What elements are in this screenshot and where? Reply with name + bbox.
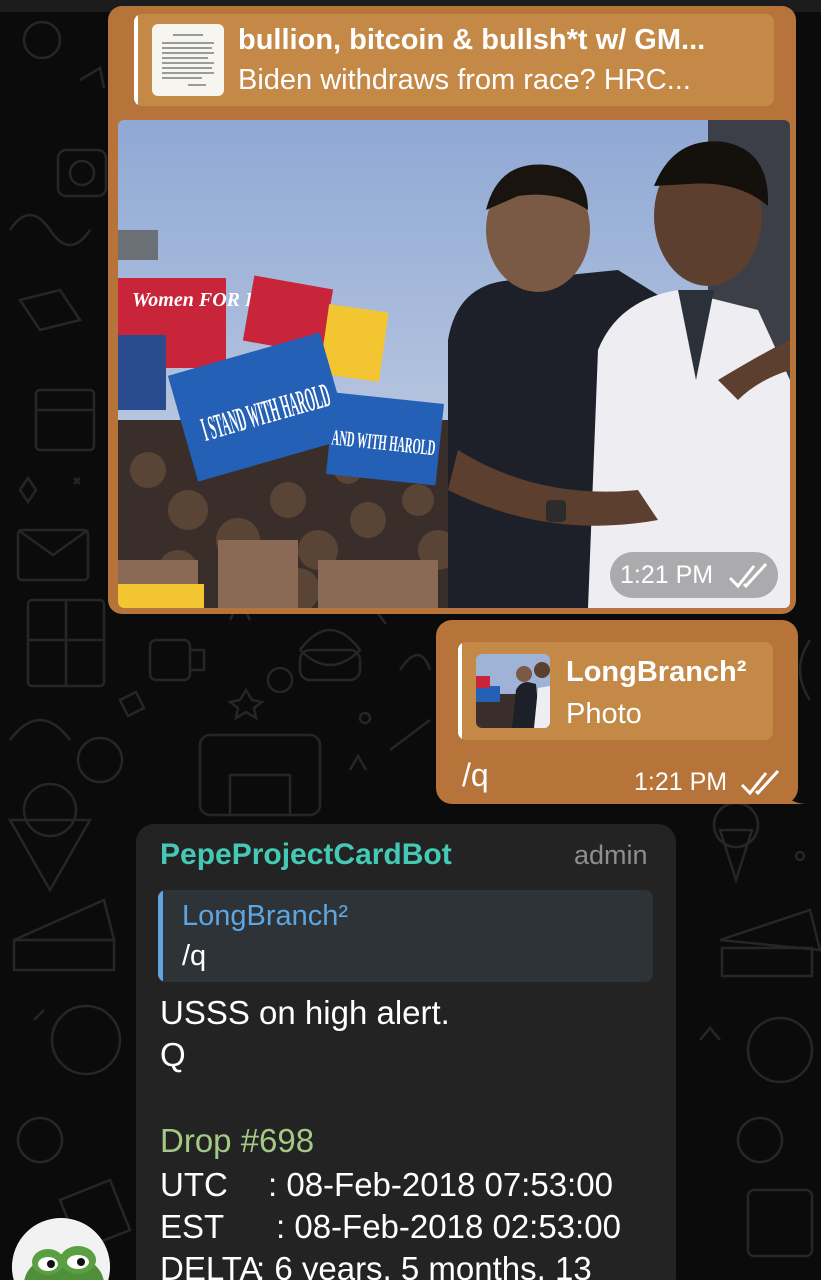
photo-thumbnail <box>476 654 550 728</box>
timestamp-value: : 08-Feb-2018 02:53:00 <box>276 1208 621 1245</box>
timestamp-label: DELTA <box>160 1250 262 1280</box>
message-line: Q <box>160 1036 186 1073</box>
sender-name[interactable]: PepeProjectCardBot <box>160 838 452 872</box>
timestamp-label: UTC <box>160 1166 228 1203</box>
attached-photo[interactable]: Women FOR FORD I STAND WITH HAROLD AND W… <box>118 120 790 608</box>
reply-preview[interactable]: LongBranch² /q <box>158 890 653 982</box>
bubble-tail <box>780 770 808 804</box>
double-check-icon <box>740 769 780 796</box>
timestamp-value: : 08-Feb-2018 07:53:00 <box>268 1166 613 1203</box>
timestamp-value: : 6 years, 5 months, 13 <box>256 1250 592 1280</box>
reply-media-type: Photo <box>566 698 642 730</box>
reply-preview[interactable]: bullion, bitcoin & bullsh*t w/ GM... Bid… <box>134 14 774 106</box>
reply-title: bullion, bitcoin & bullsh*t w/ GM... <box>238 24 706 56</box>
reply-accent-bar <box>458 642 462 740</box>
reply-author-name: LongBranch² <box>182 900 349 932</box>
reply-text: /q <box>182 940 207 972</box>
message-time: 1:21 PM <box>620 561 714 589</box>
reply-accent-bar <box>158 890 163 982</box>
double-check-icon <box>728 562 768 589</box>
reply-accent-bar <box>134 14 138 106</box>
reply-subtitle: Biden withdraws from race? HRC... <box>238 64 691 96</box>
reply-author-name: LongBranch² <box>566 656 747 688</box>
drop-number: Drop #698 <box>160 1122 315 1159</box>
document-thumbnail <box>152 24 224 96</box>
timestamp-label: EST <box>160 1208 225 1245</box>
message-line: USSS on high alert. <box>160 994 450 1031</box>
message-time: 1:21 PM <box>634 768 728 796</box>
reply-preview[interactable]: LongBranch² Photo <box>458 642 773 740</box>
rally-photo-illustration: Women FOR FORD I STAND WITH HAROLD AND W… <box>118 120 790 608</box>
sender-role-badge: admin <box>574 840 648 870</box>
message-text: /q <box>462 757 489 793</box>
